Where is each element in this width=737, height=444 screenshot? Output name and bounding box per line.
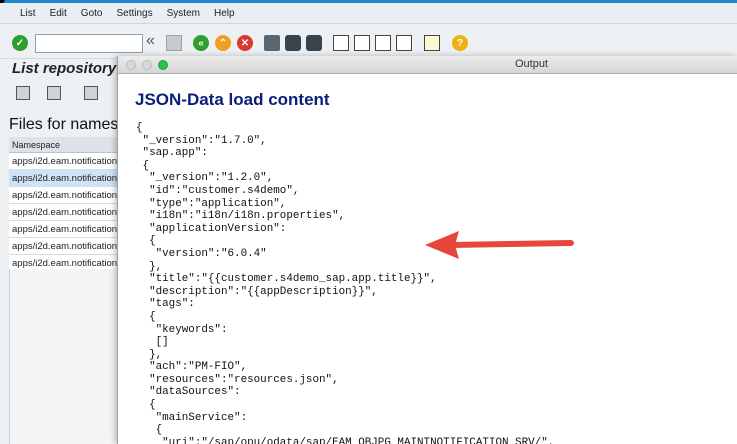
table-row[interactable]: apps/i2d.eam.notification bbox=[9, 221, 117, 238]
code-line: "dataSources": bbox=[136, 386, 241, 399]
output-window: Output JSON-Data load content { "_versio… bbox=[117, 56, 737, 444]
code-line: "description":"{{appDescription}}", bbox=[136, 285, 378, 298]
code-line: "i18n":"i18n/i18n.properties", bbox=[136, 210, 346, 223]
back-icon[interactable]: « bbox=[193, 35, 209, 51]
help-icon[interactable]: ? bbox=[452, 35, 468, 51]
json-heading: JSON-Data load content bbox=[135, 90, 330, 109]
first-page-icon[interactable] bbox=[333, 35, 349, 51]
menu-list[interactable]: List bbox=[20, 8, 36, 19]
code-line: [] bbox=[136, 336, 169, 349]
table-row[interactable]: apps/i2d.eam.notification bbox=[9, 204, 117, 221]
code-line: }, bbox=[136, 348, 163, 361]
code-line: "_version":"1.7.0", bbox=[136, 134, 267, 147]
menu-edit[interactable]: Edit bbox=[50, 8, 67, 19]
check-icon[interactable]: ✓ bbox=[12, 35, 28, 51]
namespace-table: Namespace apps/i2d.eam.notification apps… bbox=[9, 137, 117, 272]
find-next-icon[interactable] bbox=[306, 35, 322, 51]
column-header-namespace[interactable]: Namespace bbox=[9, 137, 117, 153]
next-page-icon[interactable] bbox=[375, 35, 391, 51]
red-arrow-icon bbox=[425, 231, 574, 259]
application-toolbar bbox=[0, 80, 117, 107]
command-field[interactable] bbox=[35, 34, 143, 53]
code-line: { bbox=[136, 399, 156, 412]
bookmark-icon[interactable] bbox=[424, 35, 440, 51]
menu-goto[interactable]: Goto bbox=[81, 8, 103, 19]
output-titlebar[interactable]: Output bbox=[118, 56, 737, 74]
save-icon[interactable] bbox=[166, 35, 182, 51]
menu-help[interactable]: Help bbox=[214, 8, 235, 19]
table-row[interactable]: apps/i2d.eam.notification bbox=[9, 170, 117, 187]
screen-title: List repository bbox=[12, 60, 117, 77]
table-row[interactable]: apps/i2d.eam.notification bbox=[9, 153, 117, 170]
find-icon[interactable] bbox=[285, 35, 301, 51]
table-icon[interactable] bbox=[47, 86, 61, 100]
code-line: "ach":"PM-FIO", bbox=[136, 361, 248, 374]
table-row[interactable]: apps/i2d.eam.notification bbox=[9, 187, 117, 204]
standard-toolbar: ✓ « « ⌃ ✕ ? bbox=[0, 24, 737, 59]
code-line: "keywords": bbox=[136, 323, 228, 336]
code-line: { bbox=[136, 122, 143, 134]
menu-settings[interactable]: Settings bbox=[116, 8, 152, 19]
code-line: { bbox=[136, 310, 156, 323]
prev-page-icon[interactable] bbox=[354, 35, 370, 51]
code-line: "uri":"/sap/opu/odata/sap/EAM_OBJPG_MAIN… bbox=[136, 436, 555, 444]
last-page-icon[interactable] bbox=[396, 35, 412, 51]
display-icon[interactable] bbox=[16, 86, 30, 100]
code-line: "tags": bbox=[136, 298, 195, 311]
code-line: "title":"{{customer.s4demo_sap.app.title… bbox=[136, 273, 437, 286]
code-line: "resources":"resources.json", bbox=[136, 373, 339, 386]
table-row[interactable]: apps/i2d.eam.notification bbox=[9, 238, 117, 255]
cancel-icon[interactable]: ✕ bbox=[237, 35, 253, 51]
menu-system[interactable]: System bbox=[167, 8, 200, 19]
json-code-block: { "_version":"1.7.0", "sap.app": { "_ver… bbox=[136, 122, 554, 444]
print-icon[interactable] bbox=[264, 35, 280, 51]
code-line: "mainService": bbox=[136, 411, 248, 424]
menu-bar: List Edit Goto Settings System Help bbox=[0, 3, 737, 24]
code-line: "sap.app": bbox=[136, 147, 208, 160]
output-window-title: Output bbox=[514, 58, 548, 70]
list-heading: Files for names bbox=[9, 116, 119, 133]
code-line: "_version":"1.2.0", bbox=[136, 172, 274, 185]
code-line: { bbox=[136, 424, 163, 437]
back-double-icon[interactable]: « bbox=[146, 32, 155, 50]
code-line: { bbox=[136, 159, 150, 172]
code-line: "type":"application", bbox=[136, 197, 287, 210]
table-empty-area bbox=[9, 269, 117, 444]
exit-icon[interactable]: ⌃ bbox=[215, 35, 231, 51]
detail-icon[interactable] bbox=[84, 86, 98, 100]
code-line: "id":"customer.s4demo", bbox=[136, 184, 300, 197]
